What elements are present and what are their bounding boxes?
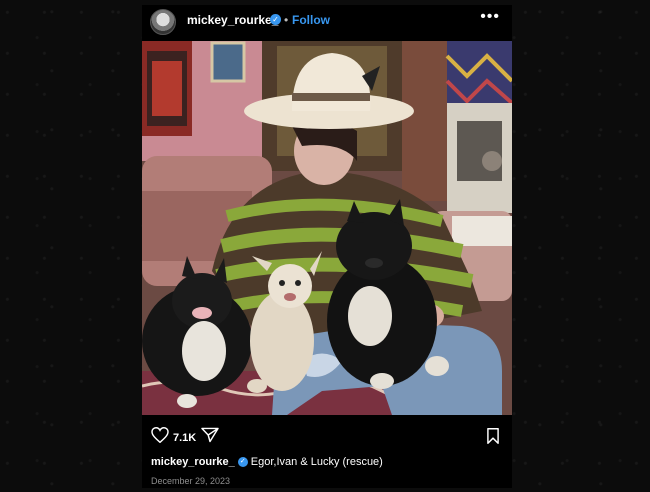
instagram-post: mickey_rourke_ ✓ • Follow ••• 7.1K micke… (142, 5, 512, 488)
more-options-icon[interactable]: ••• (480, 8, 500, 26)
bookmark-icon[interactable] (486, 428, 500, 449)
post-caption: mickey_rourke_ ✓ Egor,Ivan & Lucky (rescue… (151, 456, 383, 468)
share-icon[interactable] (201, 427, 219, 448)
like-count: 7.1K (173, 432, 197, 444)
like-heart-icon[interactable] (151, 426, 169, 448)
caption-text: Egor,Ivan & Lucky (rescue) (250, 456, 383, 468)
follow-button[interactable]: Follow (292, 13, 330, 27)
post-actions: 7.1K (142, 423, 512, 453)
verified-badge-icon: ✓ (270, 14, 281, 25)
post-photo[interactable] (142, 41, 512, 415)
caption-username[interactable]: mickey_rourke_ (151, 456, 235, 468)
post-header: mickey_rourke_ ✓ • Follow ••• (142, 5, 512, 41)
separator-dot: • (284, 13, 289, 27)
avatar[interactable] (150, 9, 176, 35)
post-date: December 29, 2023 (151, 476, 231, 486)
username[interactable]: mickey_rourke_ (187, 13, 278, 27)
verified-badge-icon: ✓ (237, 457, 248, 468)
